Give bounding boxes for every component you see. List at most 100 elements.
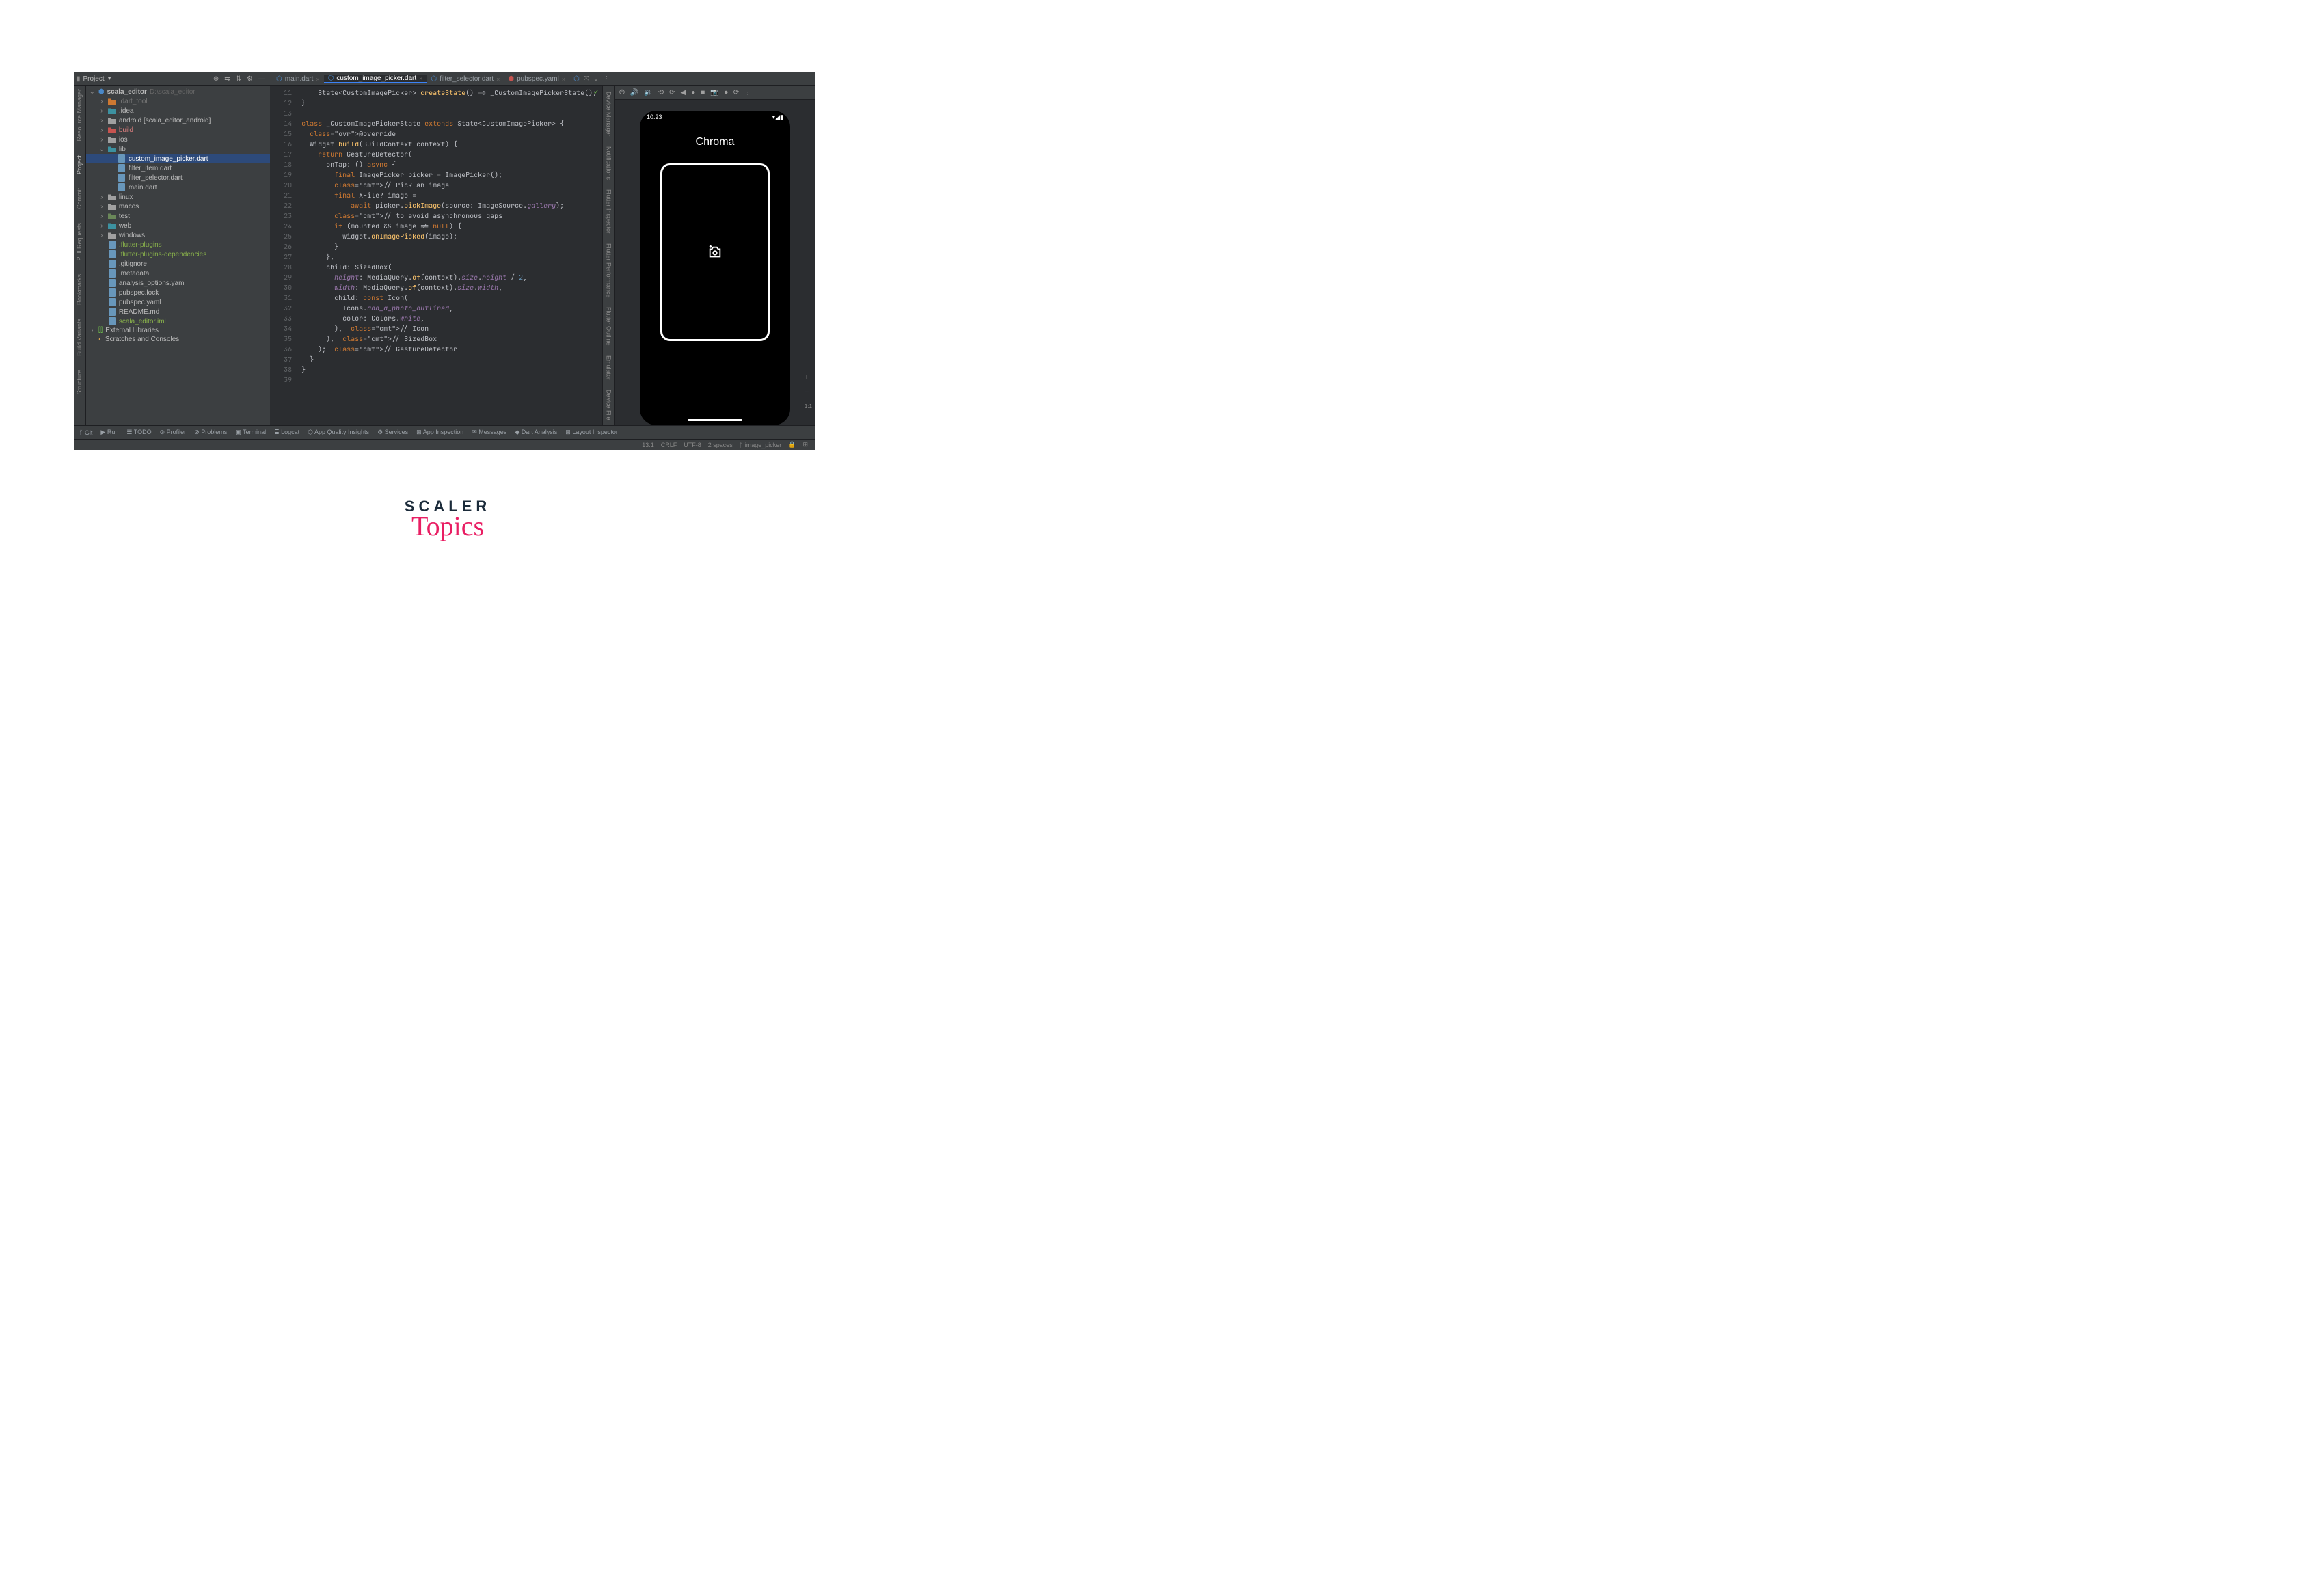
tree-folder[interactable]: › windows xyxy=(86,230,270,240)
fit-icon[interactable]: 1:1 xyxy=(805,403,812,409)
tree-folder[interactable]: › ios xyxy=(86,135,270,144)
tree-file[interactable]: .flutter-plugins-dependencies xyxy=(86,250,270,259)
pin-icon[interactable]: ⤧ xyxy=(584,75,589,83)
add-photo-box[interactable] xyxy=(660,163,770,341)
bottom-tab-app-inspection[interactable]: ⊞ App Inspection xyxy=(416,429,463,436)
tree-folder[interactable]: › build xyxy=(86,125,270,135)
rail-build-variants[interactable]: Build Variants xyxy=(76,319,83,356)
tree-file[interactable]: scala_editor.iml xyxy=(86,316,270,326)
close-icon[interactable]: × xyxy=(562,76,565,83)
rail-flutter-performance[interactable]: Flutter Performance xyxy=(606,243,612,298)
back-icon[interactable]: ◀ xyxy=(681,89,686,96)
more-tabs-icon[interactable]: ⬡ xyxy=(573,75,580,83)
hide-icon[interactable]: — xyxy=(258,75,265,83)
tree-root[interactable]: ⌄⬢ scala_editor D:\scala_editor xyxy=(86,87,270,96)
bottom-tab-profiler[interactable]: ⊙ Profiler xyxy=(160,429,187,436)
kebab-icon[interactable]: ⋮ xyxy=(603,75,610,83)
bottom-tab-todo[interactable]: ☰ TODO xyxy=(126,429,151,436)
locate-icon[interactable]: ⊕ xyxy=(213,75,219,83)
rail-bookmarks[interactable]: Bookmarks xyxy=(76,274,83,305)
volume-down-icon[interactable]: 🔉 xyxy=(644,89,652,96)
tree-folder[interactable]: › android [scala_editor_android] xyxy=(86,116,270,125)
close-icon[interactable]: × xyxy=(419,75,422,82)
tree-file[interactable]: analysis_options.yaml xyxy=(86,278,270,288)
tree-file[interactable]: filter_item.dart xyxy=(86,163,270,173)
tree-file[interactable]: main.dart xyxy=(86,183,270,192)
tree-file[interactable]: custom_image_picker.dart xyxy=(86,154,270,163)
rail-resource-manager[interactable]: Resource Manager xyxy=(76,89,83,142)
code-content[interactable]: State<CustomImagePicker> createState() =… xyxy=(296,86,602,425)
tree-file[interactable]: pubspec.lock xyxy=(86,288,270,297)
close-icon[interactable]: × xyxy=(316,76,319,83)
file-encoding[interactable]: UTF-8 xyxy=(684,442,701,448)
line-separator[interactable]: CRLF xyxy=(661,442,677,448)
tree-folder[interactable]: › .dart_tool xyxy=(86,96,270,106)
rotate-right-icon[interactable]: ⟳ xyxy=(669,89,675,96)
bottom-tab-services[interactable]: ⚙ Services xyxy=(377,429,408,436)
rail-pull-requests[interactable]: Pull Requests xyxy=(76,223,83,261)
bottom-tab-problems[interactable]: ⊘ Problems xyxy=(194,429,227,436)
inspection-ok-icon[interactable]: ✓ xyxy=(593,87,599,96)
rail-notifications[interactable]: Notifications xyxy=(606,146,612,180)
home-icon[interactable]: ● xyxy=(691,89,695,96)
volume-up-icon[interactable]: 🔊 xyxy=(630,89,638,96)
bottom-tab-run[interactable]: ▶ Run xyxy=(100,429,118,436)
rail-structure[interactable]: Structure xyxy=(76,370,83,395)
tab-pubspec-yaml[interactable]: ⬢pubspec.yaml× xyxy=(504,75,569,83)
caret-pos[interactable]: 13:1 xyxy=(642,442,654,448)
rail-emulator[interactable]: Emulator xyxy=(606,355,612,380)
code-editor[interactable]: 1112131415161718192021222324252627282930… xyxy=(270,86,602,425)
expand-icon[interactable]: ⇆ xyxy=(224,75,230,83)
collapse-icon[interactable]: ⇅ xyxy=(236,75,241,83)
rail-device-manager[interactable]: Device Manager xyxy=(606,92,612,137)
tab-custom-image-picker[interactable]: ⬡custom_image_picker.dart× xyxy=(324,75,427,83)
rail-commit[interactable]: Commit xyxy=(76,188,83,209)
screenshot-icon[interactable]: 📷 xyxy=(710,89,718,96)
bottom-tab-layout-inspector[interactable]: ⊞ Layout Inspector xyxy=(565,429,618,436)
notifications-icon[interactable]: ⊞ xyxy=(802,441,808,448)
tree-folder[interactable]: › macos xyxy=(86,202,270,211)
device-screen[interactable]: 10:23 ▾◢▮ Chroma xyxy=(640,111,790,425)
rail-flutter-inspector[interactable]: Flutter Inspector xyxy=(606,189,612,234)
tab-main-dart[interactable]: ⬡main.dart× xyxy=(272,75,324,83)
rail-device-file[interactable]: Device File xyxy=(606,390,612,420)
indent[interactable]: 2 spaces xyxy=(708,442,733,448)
zoom-out-icon[interactable]: − xyxy=(805,388,812,396)
lock-icon[interactable]: 🔒 xyxy=(788,441,796,448)
bottom-tab-terminal[interactable]: ▣ Terminal xyxy=(235,429,266,436)
bottom-tab-app-quality-insights[interactable]: ⬡ App Quality Insights xyxy=(308,429,369,436)
power-icon[interactable]: ⏻ xyxy=(619,89,625,96)
bottom-tab-dart-analysis[interactable]: ◆ Dart Analysis xyxy=(515,429,557,436)
tree-folder[interactable]: › web xyxy=(86,221,270,230)
rotate-left-icon[interactable]: ⟲ xyxy=(658,89,664,96)
project-panel-title[interactable]: ▮ Project ▼ xyxy=(77,75,112,83)
tree-folder[interactable]: › .idea xyxy=(86,106,270,116)
bottom-tab-messages[interactable]: ✉ Messages xyxy=(472,429,506,436)
kebab-icon[interactable]: ⋮ xyxy=(744,89,751,96)
overview-icon[interactable]: ■ xyxy=(701,89,705,96)
bottom-tab-logcat[interactable]: ≣ Logcat xyxy=(274,429,299,436)
rail-project[interactable]: Project xyxy=(76,155,83,174)
tree-file[interactable]: filter_selector.dart xyxy=(86,173,270,183)
tree-scratches[interactable]: ◐ Scratches and Consoles xyxy=(86,335,270,344)
zoom-in-icon[interactable]: + xyxy=(805,373,812,381)
project-tree[interactable]: ⌄⬢ scala_editor D:\scala_editor › .dart_… xyxy=(86,86,270,425)
rail-flutter-outline[interactable]: Flutter Outline xyxy=(606,307,612,346)
close-icon[interactable]: × xyxy=(496,76,500,83)
tree-file[interactable]: .metadata xyxy=(86,269,270,278)
tree-file[interactable]: .flutter-plugins xyxy=(86,240,270,250)
settings-icon[interactable]: ⚙ xyxy=(247,75,253,83)
tree-external-libraries[interactable]: ›⫿⫿ External Libraries xyxy=(86,326,270,335)
bottom-tab-git[interactable]: ᚶ Git xyxy=(79,429,92,436)
tree-folder[interactable]: ⌄ lib xyxy=(86,144,270,154)
more-icon[interactable]: ⟳ xyxy=(733,89,739,96)
tab-filter-selector[interactable]: ⬡filter_selector.dart× xyxy=(427,75,504,83)
git-branch[interactable]: ᚶ image_picker xyxy=(740,442,781,448)
record-icon[interactable]: ⏺ xyxy=(725,89,728,96)
tree-file[interactable]: README.md xyxy=(86,307,270,316)
tree-file[interactable]: .gitignore xyxy=(86,259,270,269)
tree-folder[interactable]: › test xyxy=(86,211,270,221)
tree-file[interactable]: pubspec.yaml xyxy=(86,297,270,307)
dropdown-icon[interactable]: ⌄ xyxy=(593,75,599,83)
tree-folder[interactable]: › linux xyxy=(86,192,270,202)
